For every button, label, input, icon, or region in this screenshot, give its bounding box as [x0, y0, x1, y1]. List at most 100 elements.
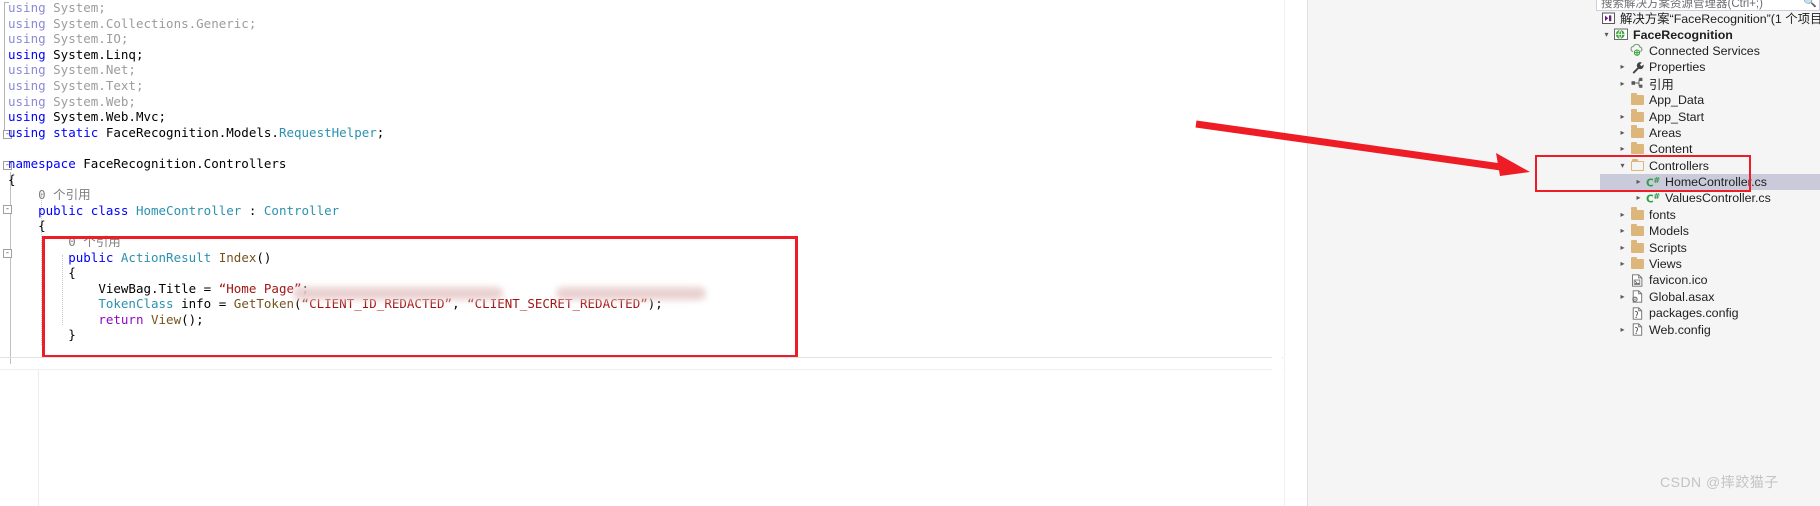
tree-node-connected-services[interactable]: Connected Services: [1600, 43, 1820, 59]
code-line[interactable]: using static FaceRecognition.Models.Requ…: [0, 125, 1283, 141]
code-line[interactable]: using System;: [0, 0, 1283, 16]
code-line[interactable]: {: [0, 172, 1283, 188]
solution-title-label: 解决方案“FaceRecognition”(1 个项目/共 1 个): [1620, 12, 1820, 27]
tree-node-label: ValuesController.cs: [1665, 191, 1771, 206]
web-project-icon: [1613, 28, 1630, 41]
tree-node-app-data[interactable]: App_Data: [1600, 92, 1820, 108]
code-line[interactable]: using System.Web.Mvc;: [0, 109, 1283, 125]
tree-node-fonts[interactable]: ▸ fonts: [1600, 207, 1820, 223]
tree-node-label: Global.asax: [1649, 289, 1715, 304]
solution-explorer-tree[interactable]: 解决方案“FaceRecognition”(1 个项目/共 1 个) ▾ Face…: [1600, 10, 1820, 350]
tree-node-views[interactable]: ▸ Views: [1600, 256, 1820, 272]
solution-root-node[interactable]: 解决方案“FaceRecognition”(1 个项目/共 1 个): [1600, 10, 1820, 26]
tree-node-[interactable]: ▸ 引用: [1600, 76, 1820, 92]
code-line[interactable]: using System.Net;: [0, 62, 1283, 78]
tree-node-packages-config[interactable]: packages.config: [1600, 305, 1820, 321]
csdn-watermark: CSDN @摔跤猫子: [1660, 474, 1779, 490]
tree-node-scripts[interactable]: ▸ Scripts: [1600, 239, 1820, 255]
folder-open-icon: [1629, 159, 1646, 171]
config-file-icon: [1629, 323, 1646, 336]
vs-ide-screenshot: - - - - using System; using System.Collec…: [0, 0, 1820, 506]
redaction-client-id: [293, 287, 503, 300]
tree-node-label: Content: [1649, 142, 1693, 157]
code-line[interactable]: {: [0, 265, 1283, 281]
tree-node-label: packages.config: [1649, 306, 1739, 321]
image-file-icon: [1629, 274, 1646, 287]
chevron-right-icon[interactable]: ▸: [1616, 125, 1629, 141]
tree-node-facerecognition[interactable]: ▾ FaceRecognition: [1600, 26, 1820, 42]
code-line[interactable]: using System.Linq;: [0, 47, 1283, 63]
code-line[interactable]: public ActionResult Index(): [0, 250, 1283, 266]
chevron-right-icon[interactable]: ▸: [1616, 76, 1629, 92]
editor-bottom-rule-2: [0, 369, 1283, 370]
tree-node-homecontroller-cs[interactable]: ▸ C # HomeController.cs: [1600, 173, 1820, 191]
code-line[interactable]: {: [0, 218, 1283, 234]
tree-node-valuescontroller-cs[interactable]: ▸ C # ValuesController.cs: [1600, 190, 1820, 206]
tree-node-label: App_Data: [1649, 93, 1705, 108]
code-line[interactable]: }: [0, 327, 1283, 343]
chevron-right-icon[interactable]: ▸: [1616, 59, 1629, 75]
tree-node-app-start[interactable]: ▸ App_Start: [1600, 108, 1820, 124]
tree-node-areas[interactable]: ▸ Areas: [1600, 125, 1820, 141]
folder-icon: [1629, 141, 1646, 155]
chevron-right-icon[interactable]: ▸: [1616, 109, 1629, 125]
svg-text:#: #: [1653, 176, 1660, 185]
tree-node-favicon-ico[interactable]: favicon.ico: [1600, 272, 1820, 288]
code-line[interactable]: using System.Collections.Generic;: [0, 16, 1283, 32]
chevron-right-icon[interactable]: ▸: [1616, 256, 1629, 272]
tree-node-label: 引用: [1649, 77, 1674, 92]
code-line[interactable]: namespace FaceRecognition.Controllers: [0, 156, 1283, 172]
tree-node-label: Areas: [1649, 125, 1682, 140]
code-line[interactable]: return View();: [0, 312, 1283, 328]
chevron-right-icon[interactable]: ▸: [1616, 322, 1629, 338]
asax-file-icon: [1629, 290, 1646, 303]
tree-node-global-asax[interactable]: ▸ Global.asax: [1600, 289, 1820, 305]
tree-node-label: Controllers: [1649, 158, 1709, 173]
redaction-client-secret: [556, 287, 706, 300]
csharp-file-icon: C #: [1645, 176, 1662, 189]
folder-icon: [1629, 125, 1646, 138]
folder-icon: [1629, 240, 1646, 253]
code-editor[interactable]: - - - - using System; using System.Collec…: [0, 0, 1283, 506]
tree-node-properties[interactable]: ▸ Properties: [1600, 59, 1820, 75]
chevron-right-icon[interactable]: ▸: [1632, 190, 1645, 206]
chevron-right-icon[interactable]: ▸: [1632, 174, 1645, 190]
chevron-right-icon[interactable]: ▸: [1616, 141, 1629, 157]
editor-margin-rule: [38, 370, 39, 506]
folder-icon: [1629, 223, 1646, 237]
chevron-right-icon[interactable]: ▸: [1616, 207, 1629, 223]
editor-bottom-rule: [0, 357, 1283, 358]
code-line[interactable]: using System.Web;: [0, 94, 1283, 110]
tree-node-controllers[interactable]: ▾ Controllers: [1600, 158, 1820, 174]
chevron-down-icon[interactable]: ▾: [1616, 158, 1629, 174]
connected-services-icon: [1629, 44, 1646, 57]
editor-vertical-scrollbar[interactable]: [1284, 0, 1301, 506]
chevron-right-icon[interactable]: ▸: [1616, 289, 1629, 305]
tree-node-models[interactable]: ▸ Models: [1600, 223, 1820, 239]
chevron-right-icon[interactable]: ▸: [1616, 223, 1629, 239]
svg-text:#: #: [1653, 192, 1660, 201]
references-icon: [1629, 77, 1646, 90]
tree-node-label: HomeController.cs: [1665, 175, 1767, 190]
tree-node-label: Properties: [1649, 60, 1706, 75]
tree-node-web-config[interactable]: ▸ Web.config: [1600, 321, 1820, 337]
tree-node-label: FaceRecognition: [1633, 27, 1733, 42]
tree-node-label: fonts: [1649, 207, 1676, 222]
tree-node-content[interactable]: ▸ Content: [1600, 141, 1820, 157]
config-file-icon: [1629, 307, 1646, 320]
chevron-down-icon[interactable]: ▾: [1600, 27, 1613, 43]
code-line[interactable]: [0, 140, 1283, 156]
editor-map-margin: [1272, 0, 1282, 506]
tree-node-label: Views: [1649, 257, 1682, 272]
code-line[interactable]: using System.IO;: [0, 31, 1283, 47]
folder-icon: [1629, 92, 1646, 106]
folder-icon: [1629, 109, 1646, 122]
tree-node-label: Scripts: [1649, 240, 1687, 255]
chevron-right-icon[interactable]: ▸: [1616, 240, 1629, 256]
search-icon[interactable]: 🔍: [1803, 0, 1817, 8]
code-line[interactable]: using System.Text;: [0, 78, 1283, 94]
tree-node-label: Web.config: [1649, 322, 1711, 337]
code-line[interactable]: public class HomeController : Controller: [0, 203, 1283, 219]
code-line[interactable]: 0 个引用: [0, 187, 1283, 203]
code-line[interactable]: 0 个引用: [0, 234, 1283, 250]
